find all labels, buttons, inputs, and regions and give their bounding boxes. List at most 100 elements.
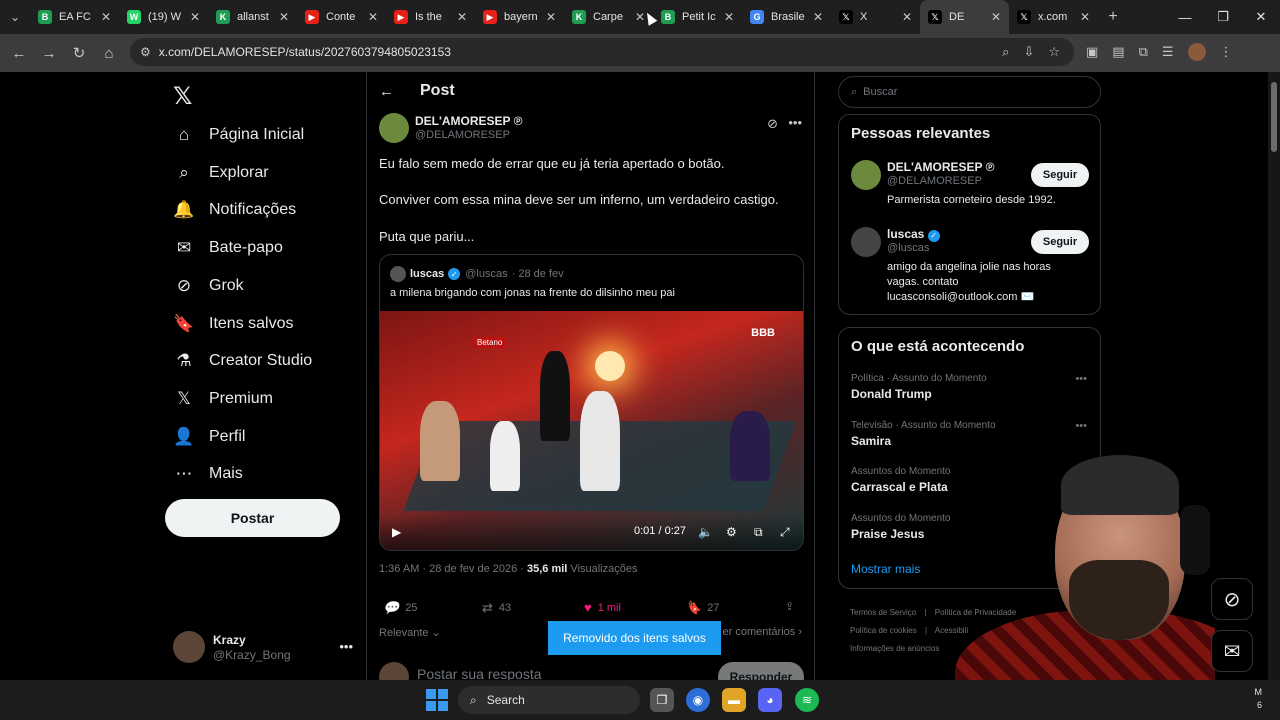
close-tab-icon[interactable]: ✕ xyxy=(101,10,111,24)
x-logo-icon[interactable]: 𝕏 xyxy=(173,82,192,111)
follow-button[interactable]: Seguir xyxy=(1031,230,1089,254)
share-icon[interactable]: ⇪ xyxy=(785,600,794,613)
spotify-icon[interactable]: ≋ xyxy=(795,688,819,712)
messages-float-icon[interactable]: ✉ xyxy=(1211,630,1253,672)
person-row[interactable]: DEL'AMORESEP ℗ @DELAMORESEP Parmerista c… xyxy=(851,160,1089,210)
close-window-button[interactable]: ✕ xyxy=(1242,0,1280,34)
close-tab-icon[interactable]: ✕ xyxy=(724,10,734,24)
browser-tab[interactable]: 𝕏 X ✕ xyxy=(831,0,920,34)
reply-submit-button[interactable]: Responder xyxy=(718,662,804,680)
forward-button[interactable]: → xyxy=(34,45,64,62)
post-timestamp: 1:36 AM · 28 de fev de 2026 · xyxy=(379,563,524,575)
browser-tab[interactable]: ▶ bayern ✕ xyxy=(475,0,564,34)
reading-list-icon[interactable]: ☰ xyxy=(1162,44,1174,60)
close-tab-icon[interactable]: ✕ xyxy=(190,10,200,24)
zoom-icon[interactable]: ⌕ xyxy=(1002,44,1009,60)
browser-tab[interactable]: W (19) W ✕ xyxy=(119,0,208,34)
search-input[interactable]: ⌕ Buscar xyxy=(838,76,1101,108)
fullscreen-icon[interactable]: ⤢ xyxy=(780,525,790,540)
reply-input[interactable]: Postar sua resposta xyxy=(417,666,542,680)
repost-button[interactable]: ⇄ 43 xyxy=(482,600,511,616)
site-settings-icon[interactable]: ⚙ xyxy=(140,45,151,59)
settings-icon[interactable]: ⚙ xyxy=(726,525,737,539)
picture-in-picture-icon[interactable]: ⧉ xyxy=(754,525,763,540)
extension-icon[interactable]: ▣ xyxy=(1086,44,1098,60)
browser-tab[interactable]: B Petit Ic ✕ xyxy=(653,0,742,34)
trend-item[interactable]: Televisão · Assunto do Momento Samira ••• xyxy=(851,420,1089,448)
browser-tab[interactable]: G Brasile ✕ xyxy=(742,0,831,34)
trend-item[interactable]: Política · Assunto do Momento Donald Trum… xyxy=(851,373,1089,401)
browser-tab[interactable]: 𝕏 DE ✕ xyxy=(920,0,1009,34)
more-icon[interactable]: ••• xyxy=(1075,373,1087,385)
grok-icon[interactable]: ⊘ xyxy=(767,116,778,132)
avatar[interactable] xyxy=(379,113,409,143)
browser-tab[interactable]: 𝕏x.com ✕ xyxy=(1009,0,1098,34)
sidebar-item-premium[interactable]: 𝕏 Premium xyxy=(173,381,273,417)
close-tab-icon[interactable]: ✕ xyxy=(1080,10,1090,24)
back-button[interactable]: ← xyxy=(4,45,34,62)
browser-tab[interactable]: ▶ Is the ✕ xyxy=(386,0,475,34)
new-tab-button[interactable]: + xyxy=(1098,8,1128,26)
close-tab-icon[interactable]: ✕ xyxy=(279,10,289,24)
windows-start-icon[interactable] xyxy=(426,689,448,711)
follow-button[interactable]: Seguir xyxy=(1031,163,1089,187)
taskbar-search[interactable]: ⌕ Search xyxy=(458,686,640,714)
reload-button[interactable]: ↻ xyxy=(64,44,94,62)
bookmark-star-icon[interactable]: ☆ xyxy=(1048,44,1060,60)
chrome-icon[interactable]: ◉ xyxy=(686,688,710,712)
grok-float-icon[interactable]: ⊘ xyxy=(1211,578,1253,620)
address-bar[interactable]: ⚙ x.com/DELAMORESEP/status/2027603794805… xyxy=(130,38,1074,66)
minimize-button[interactable]: — xyxy=(1166,0,1204,34)
more-icon[interactable]: ••• xyxy=(788,115,802,130)
sidebar-item-perfil[interactable]: 👤 Perfil xyxy=(173,419,245,455)
video-player[interactable]: Betano BBB ▶ 0:01 / 0:27 🔈 ⚙ ⧉ ⤢ xyxy=(380,311,803,550)
tab-search-chevron-icon[interactable]: ⌄ xyxy=(0,0,30,34)
task-view-icon[interactable]: ❐ xyxy=(650,688,674,712)
reply-button[interactable]: 💬 25 xyxy=(383,600,417,616)
close-tab-icon[interactable]: ✕ xyxy=(546,10,556,24)
discord-icon[interactable]: ◕ xyxy=(758,688,782,712)
browser-tab[interactable]: K Carpe ✕ xyxy=(564,0,653,34)
scrollbar-thumb[interactable] xyxy=(1271,82,1277,152)
account-switcher[interactable]: Krazy @Krazy_Bong ••• xyxy=(173,630,353,664)
more-comments-link[interactable]: er comentários › xyxy=(723,626,803,638)
sidebar-item-bate-papo[interactable]: ✉ Bate-papo xyxy=(173,230,283,266)
quoted-post[interactable]: luscas ✓ @luscas · 28 de fev a milena br… xyxy=(379,254,804,551)
browser-menu-icon[interactable]: ⋮ xyxy=(1220,44,1233,60)
sidebar-item-p-gina-inicial[interactable]: ⌂ Página Inicial xyxy=(173,117,304,153)
close-tab-icon[interactable]: ✕ xyxy=(457,10,467,24)
close-tab-icon[interactable]: ✕ xyxy=(813,10,823,24)
browser-tab[interactable]: ▶ Conte ✕ xyxy=(297,0,386,34)
sidebar-item-notifica-es[interactable]: 🔔 Notificações xyxy=(173,192,296,228)
sidebar-item-itens-salvos[interactable]: 🔖 Itens salvos xyxy=(173,306,293,342)
file-explorer-icon[interactable]: ▬ xyxy=(722,688,746,712)
extension-icon[interactable]: ▤ xyxy=(1112,44,1124,60)
bookmark-button[interactable]: 🔖 27 xyxy=(685,600,719,616)
page-scrollbar[interactable] xyxy=(1268,72,1280,680)
person-row[interactable]: luscas ✓ @luscas amigo da angelina jolie… xyxy=(851,227,1089,307)
close-tab-icon[interactable]: ✕ xyxy=(991,10,1001,24)
profile-avatar[interactable] xyxy=(1187,43,1206,61)
author-name[interactable]: DEL'AMORESEP ℗ xyxy=(415,114,523,128)
more-icon[interactable]: ••• xyxy=(339,639,353,654)
sidebar-item-grok[interactable]: ⊘ Grok xyxy=(173,268,244,304)
restore-button[interactable]: ❐ xyxy=(1204,0,1242,34)
more-icon[interactable]: ••• xyxy=(1075,420,1087,432)
volume-icon[interactable]: 🔈 xyxy=(698,525,713,539)
home-button[interactable]: ⌂ xyxy=(94,45,124,62)
author-handle[interactable]: @DELAMORESEP xyxy=(415,129,510,141)
back-arrow-icon[interactable]: ← xyxy=(379,83,394,100)
install-app-icon[interactable]: ⇩ xyxy=(1023,44,1034,60)
play-icon[interactable]: ▶ xyxy=(392,525,401,539)
close-tab-icon[interactable]: ✕ xyxy=(902,10,912,24)
browser-tab[interactable]: B EA FC ✕ xyxy=(30,0,119,34)
sidebar-item-creator-studio[interactable]: ⚗ Creator Studio xyxy=(173,343,312,379)
sort-replies-dropdown[interactable]: Relevante ⌄ xyxy=(379,626,441,639)
post-button[interactable]: Postar xyxy=(165,499,340,537)
extensions-puzzle-icon[interactable]: ⧉ xyxy=(1139,44,1148,60)
browser-tab[interactable]: Kallanst ✕ xyxy=(208,0,297,34)
like-button[interactable]: ♥ 1 mil xyxy=(584,600,621,615)
close-tab-icon[interactable]: ✕ xyxy=(368,10,378,24)
sidebar-item-mais[interactable]: ⋯ Mais xyxy=(173,456,243,492)
sidebar-item-explorar[interactable]: ⌕ Explorar xyxy=(173,155,268,191)
